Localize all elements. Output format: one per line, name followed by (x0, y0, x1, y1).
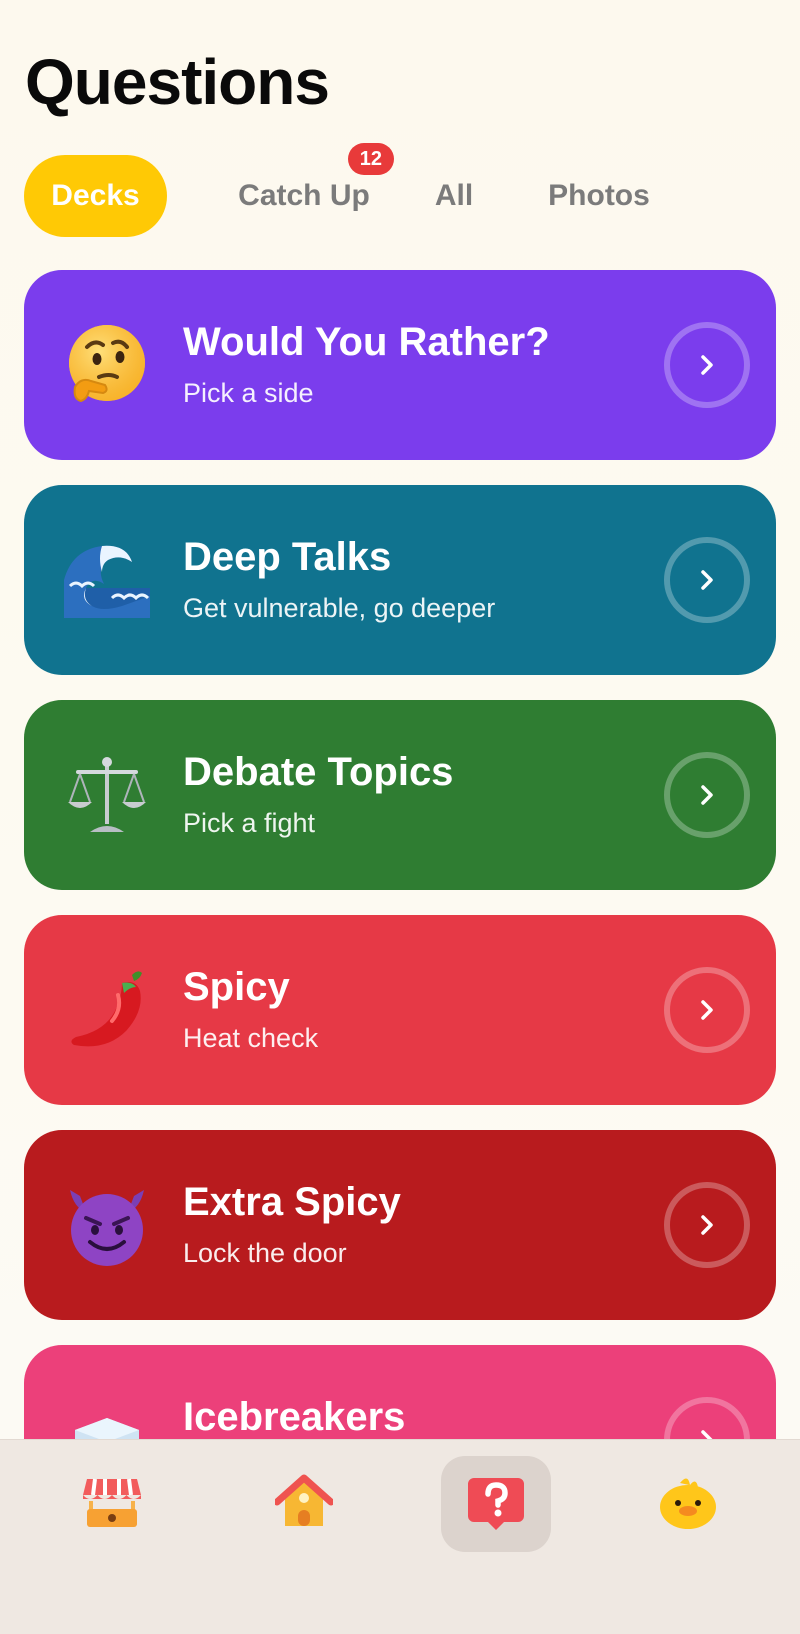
deck-title: Debate Topics (183, 750, 454, 794)
duck-icon (658, 1473, 718, 1536)
tab-label: Decks (51, 179, 140, 212)
deck-subtitle: Heat check (183, 1023, 319, 1053)
wave-icon (62, 535, 152, 625)
nav-shop[interactable] (57, 1456, 167, 1552)
chili-pepper-icon (62, 965, 152, 1055)
deck-subtitle: Pick a side (183, 378, 314, 408)
chevron-right-icon[interactable] (664, 967, 750, 1053)
tab-decks[interactable]: Decks (24, 155, 167, 237)
chevron-right-icon[interactable] (664, 537, 750, 623)
deck-title: Icebreakers (183, 1395, 406, 1439)
tab-label: Catch Up (238, 179, 370, 212)
deck-card-deep-talks[interactable]: Deep Talks Get vulnerable, go deeper (24, 485, 776, 675)
tab-label: All (434, 179, 474, 212)
tab-bar: Decks Catch Up 12 All Photos (24, 143, 784, 237)
nav-questions[interactable] (441, 1456, 551, 1552)
deck-title: Spicy (183, 965, 290, 1009)
market-stall-icon (83, 1475, 141, 1534)
question-bubble-icon (466, 1472, 526, 1537)
page-title: Questions (25, 46, 330, 118)
deck-title: Extra Spicy (183, 1180, 401, 1224)
scales-icon (62, 750, 152, 840)
deck-subtitle: Pick a fight (183, 808, 316, 838)
thinking-face-icon (62, 320, 152, 410)
tab-label: Photos (548, 179, 650, 212)
tab-all[interactable]: All (409, 155, 499, 237)
deck-subtitle: Get vulnerable, go deeper (183, 593, 496, 623)
deck-subtitle: Lock the door (183, 1238, 347, 1268)
chevron-right-icon[interactable] (664, 1182, 750, 1268)
deck-title: Deep Talks (183, 535, 392, 579)
chevron-right-icon[interactable] (664, 322, 750, 408)
bottom-navigation (0, 1439, 800, 1634)
deck-card-would-you-rather[interactable]: Would You Rather? Pick a side (24, 270, 776, 460)
deck-card-spicy[interactable]: Spicy Heat check (24, 915, 776, 1105)
nav-profile[interactable] (633, 1456, 743, 1552)
tab-catch-up[interactable]: Catch Up 12 (204, 143, 404, 237)
tab-photos[interactable]: Photos (524, 155, 674, 237)
chevron-right-icon[interactable] (664, 752, 750, 838)
smiling-devil-icon (62, 1180, 152, 1270)
deck-title: Would You Rather? (183, 320, 550, 364)
house-icon (273, 1474, 335, 1535)
nav-home[interactable] (249, 1456, 359, 1552)
deck-card-debate-topics[interactable]: Debate Topics Pick a fight (24, 700, 776, 890)
notification-badge: 12 (347, 143, 394, 175)
deck-card-extra-spicy[interactable]: Extra Spicy Lock the door (24, 1130, 776, 1320)
